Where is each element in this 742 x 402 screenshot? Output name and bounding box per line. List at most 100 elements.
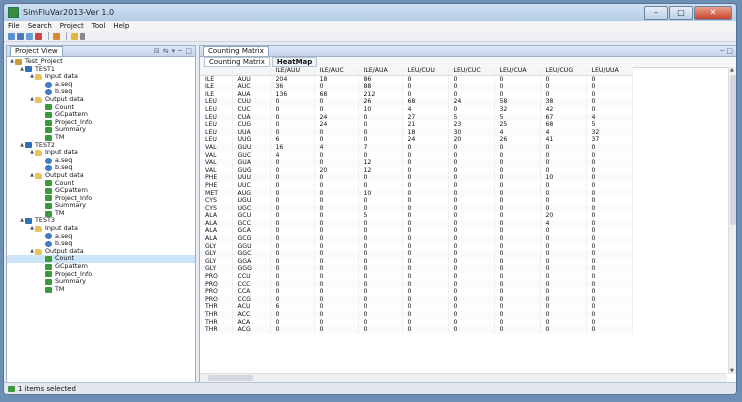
tree-item[interactable]: GCpattern bbox=[7, 111, 195, 119]
tree-item[interactable]: ▲ Input data bbox=[7, 73, 195, 81]
table-row[interactable]: ALA GCU 0 0 5 0 0 0 20 0 bbox=[200, 212, 633, 220]
dropdown-icon[interactable] bbox=[80, 32, 85, 40]
table-row[interactable]: ALA GCG 0 0 0 0 0 0 0 0 bbox=[200, 235, 633, 243]
menu-tool[interactable]: Tool bbox=[92, 22, 106, 30]
tree-item[interactable]: ▲ Output data bbox=[7, 171, 195, 180]
table-row[interactable]: LEU UUG 6 0 0 24 20 26 41 37 bbox=[200, 136, 633, 144]
table-row[interactable]: LEU UUA 0 0 0 18 30 4 4 32 bbox=[200, 128, 633, 137]
delete-icon[interactable] bbox=[35, 32, 42, 40]
table-row[interactable]: LEU CUA 0 24 0 27 5 5 67 4 bbox=[200, 113, 633, 122]
column-header[interactable] bbox=[232, 67, 271, 76]
column-header[interactable]: LEU/CUA bbox=[494, 67, 541, 76]
table-row[interactable]: ILE AUC 36 0 88 0 0 0 0 0 bbox=[200, 83, 633, 91]
tree-item[interactable]: Count bbox=[7, 179, 195, 188]
tree-item[interactable]: Count bbox=[7, 103, 195, 112]
menu-project[interactable]: Project bbox=[60, 22, 84, 30]
minimize-button[interactable]: – bbox=[644, 5, 668, 20]
maximize-view-icon[interactable]: □ bbox=[185, 47, 192, 55]
table-row[interactable]: THR ACU 6 0 0 0 0 0 0 0 bbox=[200, 303, 633, 311]
table-row[interactable]: LEU CUC 0 0 10 4 0 32 42 0 bbox=[200, 105, 633, 114]
table-row[interactable]: CYS UGU 0 0 0 0 0 0 0 0 bbox=[200, 197, 633, 205]
table-row[interactable]: PRO CCC 0 0 0 0 0 0 0 0 bbox=[200, 280, 633, 289]
tab-project-view[interactable]: Project View bbox=[10, 46, 63, 56]
table-row[interactable]: ILE AUA 136 68 212 0 0 0 0 0 bbox=[200, 90, 633, 99]
tree-item[interactable]: ▲ TEST2 bbox=[7, 141, 195, 150]
column-header[interactable]: ILE/AUU bbox=[270, 67, 315, 76]
table-row[interactable]: PRO CCA 0 0 0 0 0 0 0 0 bbox=[200, 288, 633, 296]
column-header[interactable]: ILE/AUA bbox=[358, 67, 403, 76]
subtab-counting-matrix[interactable]: Counting Matrix bbox=[204, 57, 270, 67]
table-row[interactable]: LEU CUU 0 0 26 68 24 58 38 0 bbox=[200, 98, 633, 106]
tree-item[interactable]: b.seq bbox=[7, 240, 195, 248]
tree-item[interactable]: a.seq bbox=[7, 80, 195, 89]
menu-help[interactable]: Help bbox=[113, 22, 129, 30]
column-header[interactable]: LEU/CUU bbox=[402, 67, 449, 76]
table-row[interactable]: VAL GUU 16 4 7 0 0 0 0 0 bbox=[200, 143, 633, 152]
tree-item[interactable]: b.seq bbox=[7, 88, 195, 96]
table-row[interactable]: THR ACG 0 0 0 0 0 0 0 0 bbox=[200, 326, 633, 334]
tree-item[interactable]: TM bbox=[7, 285, 195, 294]
tree-item[interactable]: a.seq bbox=[7, 232, 195, 241]
tree-item[interactable]: Summary bbox=[7, 202, 195, 210]
table-row[interactable]: GLY GGC 0 0 0 0 0 0 0 0 bbox=[200, 250, 633, 258]
menu-search[interactable]: Search bbox=[28, 22, 52, 30]
horizontal-scrollbar[interactable] bbox=[200, 373, 727, 382]
collapse-all-icon[interactable]: ⊟ bbox=[154, 47, 160, 55]
table-row[interactable]: ALA GCA 0 0 0 0 0 0 0 0 bbox=[200, 227, 633, 236]
tree-item[interactable]: ▲ TEST3 bbox=[7, 217, 195, 225]
table-row[interactable]: VAL GUG 0 20 12 0 0 0 0 0 bbox=[200, 166, 633, 175]
tree-item[interactable]: ▲ Input data bbox=[7, 149, 195, 157]
tree-item[interactable]: GCpattern bbox=[7, 262, 195, 271]
horizontal-scroll-thumb[interactable] bbox=[208, 375, 253, 381]
tree-item[interactable]: Summary bbox=[7, 126, 195, 134]
tree-item[interactable]: Project_Info bbox=[7, 194, 195, 203]
vertical-scrollbar[interactable]: ▲ ▼ bbox=[728, 67, 736, 374]
table-row[interactable]: VAL GUA 0 0 12 0 0 0 0 0 bbox=[200, 159, 633, 167]
close-button[interactable]: ✕ bbox=[694, 5, 732, 20]
column-header[interactable]: LEU/CUC bbox=[448, 67, 495, 76]
tree-item[interactable]: ▲ Output data bbox=[7, 247, 195, 256]
table-row[interactable]: PHE UUU 0 0 0 0 0 0 10 0 bbox=[200, 174, 633, 182]
vertical-scroll-thumb[interactable] bbox=[730, 75, 736, 225]
table-row[interactable]: MET AUG 0 0 10 0 0 0 0 0 bbox=[200, 189, 633, 198]
table-row[interactable]: PRO CCG 0 0 0 0 0 0 0 0 bbox=[200, 295, 633, 304]
column-header[interactable] bbox=[200, 67, 233, 76]
table-row[interactable]: CYS UGC 0 0 0 0 0 0 0 0 bbox=[200, 204, 633, 213]
edit-icon[interactable] bbox=[71, 32, 78, 40]
tree-item[interactable]: Count bbox=[7, 255, 195, 264]
maximize-button[interactable]: □ bbox=[669, 5, 693, 20]
save-icon[interactable] bbox=[26, 32, 33, 40]
menu-file[interactable]: File bbox=[8, 22, 20, 30]
table-row[interactable]: LEU CUG 0 24 0 21 23 25 68 5 bbox=[200, 121, 633, 129]
tree-item[interactable]: b.seq bbox=[7, 164, 195, 172]
scroll-up-icon[interactable]: ▲ bbox=[730, 67, 734, 73]
tree-item[interactable]: Project_Info bbox=[7, 118, 195, 127]
tree-item[interactable]: GCpattern bbox=[7, 186, 195, 195]
tree-item[interactable]: ▲ Output data bbox=[7, 95, 195, 104]
table-row[interactable]: VAL GUC 4 0 0 0 0 0 0 0 bbox=[200, 151, 633, 160]
scroll-down-icon[interactable]: ▼ bbox=[730, 368, 734, 374]
column-header[interactable]: ILE/AUC bbox=[314, 67, 359, 76]
table-row[interactable]: THR ACC 0 0 0 0 0 0 0 0 bbox=[200, 311, 633, 319]
column-header[interactable]: LEU/UUA bbox=[586, 67, 633, 76]
minimize-view-icon[interactable]: ─ bbox=[178, 47, 182, 55]
new-icon[interactable] bbox=[8, 32, 15, 40]
subtab-heatmap[interactable]: HeatMap bbox=[271, 57, 318, 67]
table-row[interactable]: ALA GCC 0 0 0 0 0 0 4 0 bbox=[200, 219, 633, 228]
table-row[interactable]: THR ACA 0 0 0 0 0 0 0 0 bbox=[200, 318, 633, 327]
tree-item[interactable]: ▲ TEST1 bbox=[7, 65, 195, 74]
tree-item[interactable]: Project_Info bbox=[7, 270, 195, 279]
table-row[interactable]: ILE AUU 204 18 86 0 0 0 0 0 bbox=[200, 75, 633, 84]
tree-item[interactable]: a.seq bbox=[7, 156, 195, 165]
view-menu-icon[interactable]: ▾ bbox=[172, 47, 176, 55]
table-row[interactable]: PHE UUC 0 0 0 0 0 0 0 0 bbox=[200, 181, 633, 190]
table-row[interactable]: GLY GGG 0 0 0 0 0 0 0 0 bbox=[200, 265, 633, 274]
tree-item[interactable]: Summary bbox=[7, 278, 195, 286]
link-icon[interactable]: ⇆ bbox=[163, 47, 169, 55]
tree-item[interactable]: ▲ Input data bbox=[7, 224, 195, 233]
table-row[interactable]: GLY GGU 0 0 0 0 0 0 0 0 bbox=[200, 242, 633, 251]
table-row[interactable]: PRO CCU 0 0 0 0 0 0 0 0 bbox=[200, 273, 633, 281]
run-icon[interactable] bbox=[53, 32, 60, 40]
tab-counting-matrix[interactable]: Counting Matrix bbox=[203, 46, 269, 56]
column-header[interactable]: LEU/CUG bbox=[540, 67, 587, 76]
